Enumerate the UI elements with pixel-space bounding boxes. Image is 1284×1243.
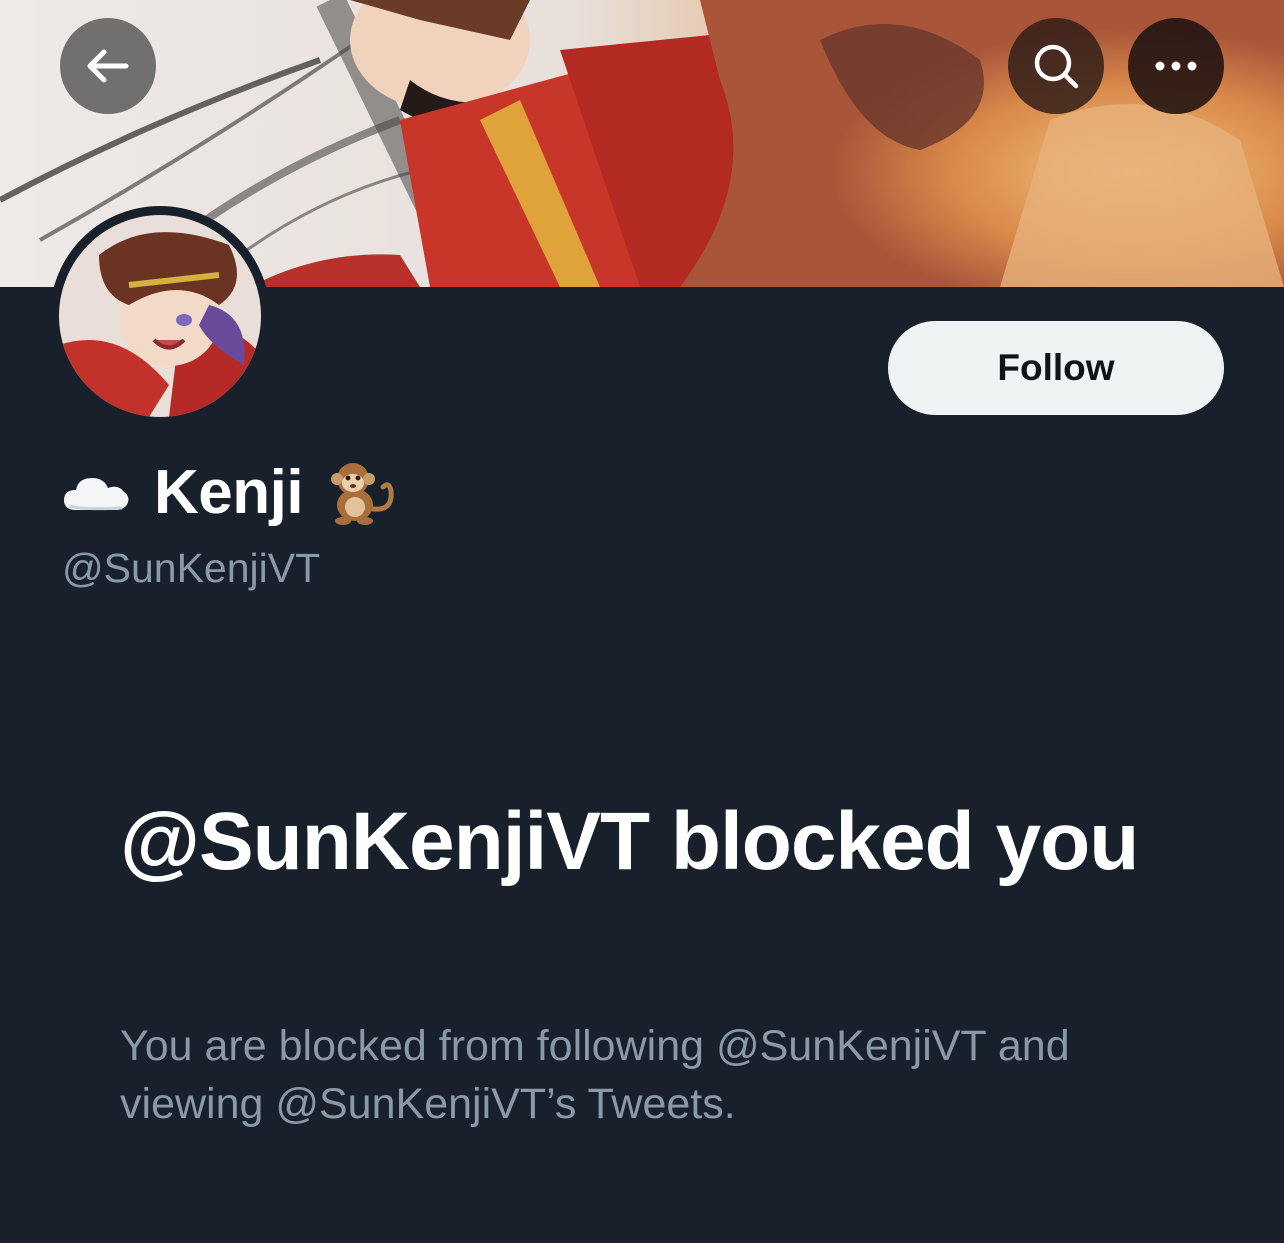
search-icon	[1034, 44, 1079, 89]
more-icon	[1155, 61, 1197, 71]
follow-button[interactable]: Follow	[888, 321, 1224, 415]
back-button[interactable]	[60, 18, 156, 114]
blocked-description: You are blocked from following @SunKenji…	[120, 1022, 1070, 1128]
monkey-icon	[331, 463, 394, 525]
display-name-row: Kenji	[62, 452, 395, 532]
back-arrow-icon	[87, 49, 129, 83]
blocked-title: @SunKenjiVT blocked you	[120, 796, 1139, 887]
search-button[interactable]	[1008, 18, 1104, 114]
cloud-icon	[64, 478, 129, 511]
avatar[interactable]	[50, 206, 270, 426]
user-handle: @SunKenjiVT	[62, 545, 321, 591]
display-name: Kenji	[154, 457, 304, 527]
profile-page: Follow Kenji @SunKenjiVT @SunKenjiVT blo…	[0, 0, 1284, 1243]
more-button[interactable]	[1128, 18, 1224, 114]
avatar-image	[59, 215, 261, 417]
